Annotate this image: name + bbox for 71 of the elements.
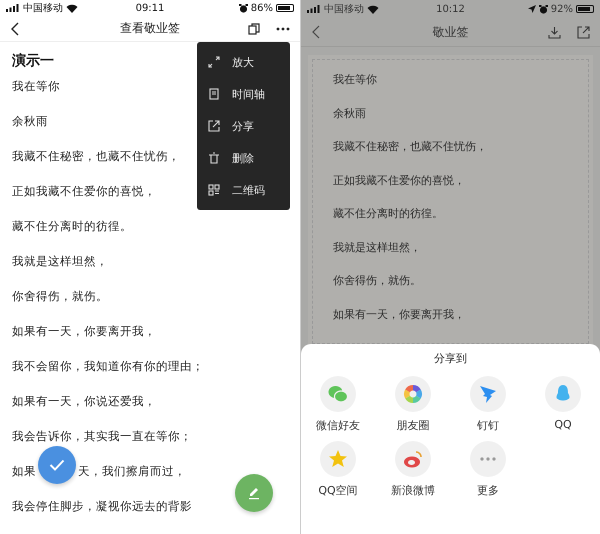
wifi-icon: [367, 4, 379, 14]
penguin-icon: [545, 376, 581, 412]
battery-icon: [276, 4, 294, 12]
status-time: 10:12: [436, 4, 465, 14]
share-option[interactable]: 朋友圈: [376, 376, 450, 433]
menu-item[interactable]: 放大: [197, 46, 290, 78]
battery-icon: [576, 5, 594, 13]
aperture-icon: [395, 376, 431, 412]
trash-icon: [208, 152, 220, 164]
check-icon: [49, 459, 65, 471]
share-option[interactable]: QQ: [526, 376, 600, 433]
note-line: 我会停住脚步，凝视你远去的背影: [12, 499, 192, 514]
note-line: 我藏不住秘密，也藏不住忧伤，: [12, 149, 180, 164]
document-icon: [208, 88, 220, 100]
share-option[interactable]: QQ空间: [301, 441, 376, 498]
share-icon[interactable]: [577, 26, 590, 38]
battery-percent: 86%: [250, 2, 273, 14]
expand-icon: [208, 56, 220, 68]
note-line: 如果: [12, 464, 36, 479]
note-line: 正如我藏不住爱你的喜悦，: [12, 184, 156, 199]
menu-item[interactable]: 二维码: [197, 174, 290, 206]
note-line: 余秋雨: [333, 106, 366, 120]
copy-icon[interactable]: [248, 22, 260, 35]
note-line: 我就是这样坦然，: [12, 254, 108, 269]
share-icon: [208, 120, 220, 132]
back-icon[interactable]: [10, 22, 19, 36]
sheet-title: 分享到: [434, 351, 467, 366]
note-line: 正如我藏不住爱你的喜悦，: [333, 174, 465, 186]
menu-item[interactable]: 分享: [197, 110, 290, 142]
alarm-icon: [538, 4, 548, 14]
note-line: 我在等你: [333, 73, 377, 86]
menu-item[interactable]: 删除: [197, 142, 290, 174]
battery-percent: 92%: [550, 4, 573, 14]
wing-icon: [470, 376, 506, 412]
note-line: 我就是这样坦然，: [333, 240, 421, 254]
status-time: 09:11: [136, 2, 164, 14]
alarm-icon: [238, 4, 248, 13]
share-option[interactable]: 更多: [450, 441, 526, 498]
note-line: 藏不住分离时的彷徨。: [333, 207, 443, 220]
note-line: 你舍得伤，就伤。: [333, 274, 421, 287]
note-line: 余秋雨: [12, 114, 48, 129]
note-line: 我会告诉你，其实我一直在等你；: [12, 429, 192, 444]
note-line: 你舍得伤，就伤。: [12, 289, 108, 304]
share-option[interactable]: 微信好友: [301, 376, 376, 433]
qr-code-icon: [208, 184, 220, 196]
carrier-name: 中国移动: [23, 2, 63, 16]
note-line: 如果有一天，你说还爱我，: [12, 394, 156, 409]
note-title: 演示一: [12, 52, 54, 70]
wifi-icon: [66, 4, 78, 13]
page-title: 查看敬业签: [120, 20, 180, 38]
more-icon[interactable]: [276, 26, 290, 31]
signal-icon: [307, 5, 321, 13]
note-line: 如果有一天，你要离开我，: [12, 324, 156, 339]
note-line: 天，我们擦肩而过，: [78, 464, 186, 479]
chat-bubbles-icon: [320, 376, 356, 412]
note-line: 我在等你: [12, 79, 60, 94]
share-option[interactable]: 钉钉: [450, 376, 526, 433]
carrier-name: 中国移动: [324, 2, 364, 16]
menu-item[interactable]: 时间轴: [197, 78, 290, 110]
page-title: 敬业签: [432, 24, 468, 40]
download-icon[interactable]: [548, 26, 561, 38]
note-line: 我不会留你，我知道你有你的理由；: [12, 359, 204, 374]
note-line: 我藏不住秘密，也藏不住忧伤，: [333, 140, 487, 153]
signal-icon: [6, 4, 20, 12]
done-button[interactable]: [38, 446, 76, 484]
note-line: 藏不住分离时的彷徨。: [12, 219, 132, 234]
more-icon: [470, 441, 506, 477]
location-icon: [528, 5, 536, 13]
note-line: 如果有一天，你要离开我，: [333, 308, 465, 320]
pencil-icon: [247, 486, 261, 500]
share-option[interactable]: 新浪微博: [376, 441, 450, 498]
